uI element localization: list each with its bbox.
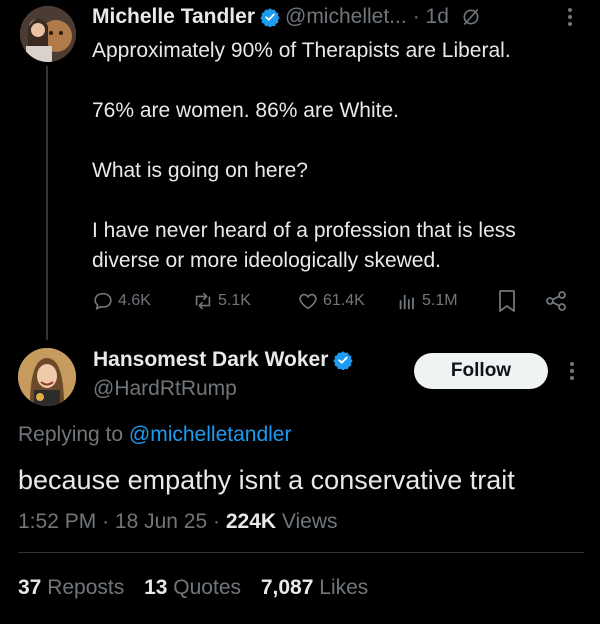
quotes-count: 13 [144, 576, 168, 599]
replying-to: Replying to @michelletandler [18, 421, 291, 449]
repost-icon [195, 292, 211, 310]
heart-icon [299, 293, 317, 310]
verified-badge-icon [260, 8, 280, 27]
reply-date[interactable]: 18 Jun 25 [115, 510, 207, 533]
reply-views-count: 224K [225, 510, 277, 533]
thread-line [46, 66, 48, 340]
reply-avatar[interactable] [18, 348, 76, 406]
reply-views-label: Views [281, 510, 338, 533]
reply-time[interactable]: 1:52 PM [18, 510, 96, 533]
like-action[interactable]: 61.4K [297, 286, 365, 316]
tweet-paragraph: 76% are women. 86% are White. [92, 99, 399, 122]
parent-header: Michelle Tandler @michellet... · 1d [92, 4, 481, 30]
verified-badge-icon [333, 351, 354, 370]
tweet-paragraph: I have never heard of a profession that … [92, 219, 516, 272]
divider [18, 552, 584, 553]
repost-count: 5.1K [218, 292, 251, 309]
reposts-label: Reposts [47, 576, 125, 599]
parent-avatar[interactable] [20, 6, 76, 62]
views-count: 5.1M [422, 292, 458, 309]
grok-icon[interactable] [461, 7, 481, 27]
reply-display-name[interactable]: Hansomest Dark Woker [93, 346, 328, 374]
quotes-label: Quotes [173, 576, 242, 599]
parent-handle[interactable]: @michellet... [285, 4, 407, 30]
quotes-stat[interactable]: 13 Quotes [144, 576, 247, 599]
likes-count: 7,087 [260, 576, 314, 599]
replying-to-handle[interactable]: @michelletandler [129, 423, 292, 446]
repost-action[interactable]: 5.1K [192, 286, 251, 316]
share-icon[interactable] [544, 289, 568, 313]
follow-button[interactable]: Follow [414, 353, 548, 389]
parent-display-name[interactable]: Michelle Tandler [92, 4, 255, 30]
reply-action[interactable]: 4.6K [92, 286, 151, 316]
likes-label: Likes [319, 576, 369, 599]
analytics-icon [399, 294, 414, 310]
replying-to-label: Replying to [18, 423, 124, 446]
more-options-icon[interactable] [560, 4, 580, 30]
reposts-count: 37 [18, 576, 42, 599]
tweet-paragraph: What is going on here? [92, 159, 308, 182]
likes-stat[interactable]: 7,087 Likes [261, 576, 368, 599]
reply-handle[interactable]: @HardRtRump [93, 375, 237, 403]
reposts-stat[interactable]: 37 Reposts [18, 576, 130, 599]
parent-action-bar: 4.6K 5.1K 61.4K 5.1M [92, 286, 580, 316]
reply-tweet-text: because empathy isnt a conservative trai… [18, 465, 515, 495]
tweet-paragraph: Approximately 90% of Therapists are Libe… [92, 39, 511, 62]
separator-dot: · [213, 510, 220, 533]
parent-tweet-text: Approximately 90% of Therapists are Libe… [92, 36, 582, 276]
parent-timestamp[interactable]: · 1d [413, 4, 449, 30]
reply-icon [94, 292, 112, 310]
like-count: 61.4K [323, 292, 365, 309]
more-options-icon[interactable] [562, 358, 582, 384]
engagement-stats: 37 Reposts 13 Quotes 7,087 Likes [18, 574, 382, 602]
reply-count: 4.6K [118, 292, 151, 309]
separator-dot: · [102, 510, 110, 533]
bookmark-icon[interactable] [496, 289, 518, 313]
views-action[interactable]: 5.1M [396, 286, 458, 316]
reply-header: Hansomest Dark Woker [93, 346, 358, 374]
reply-meta: 1:52 PM · 18 Jun 25 · 224K Views [18, 508, 338, 536]
